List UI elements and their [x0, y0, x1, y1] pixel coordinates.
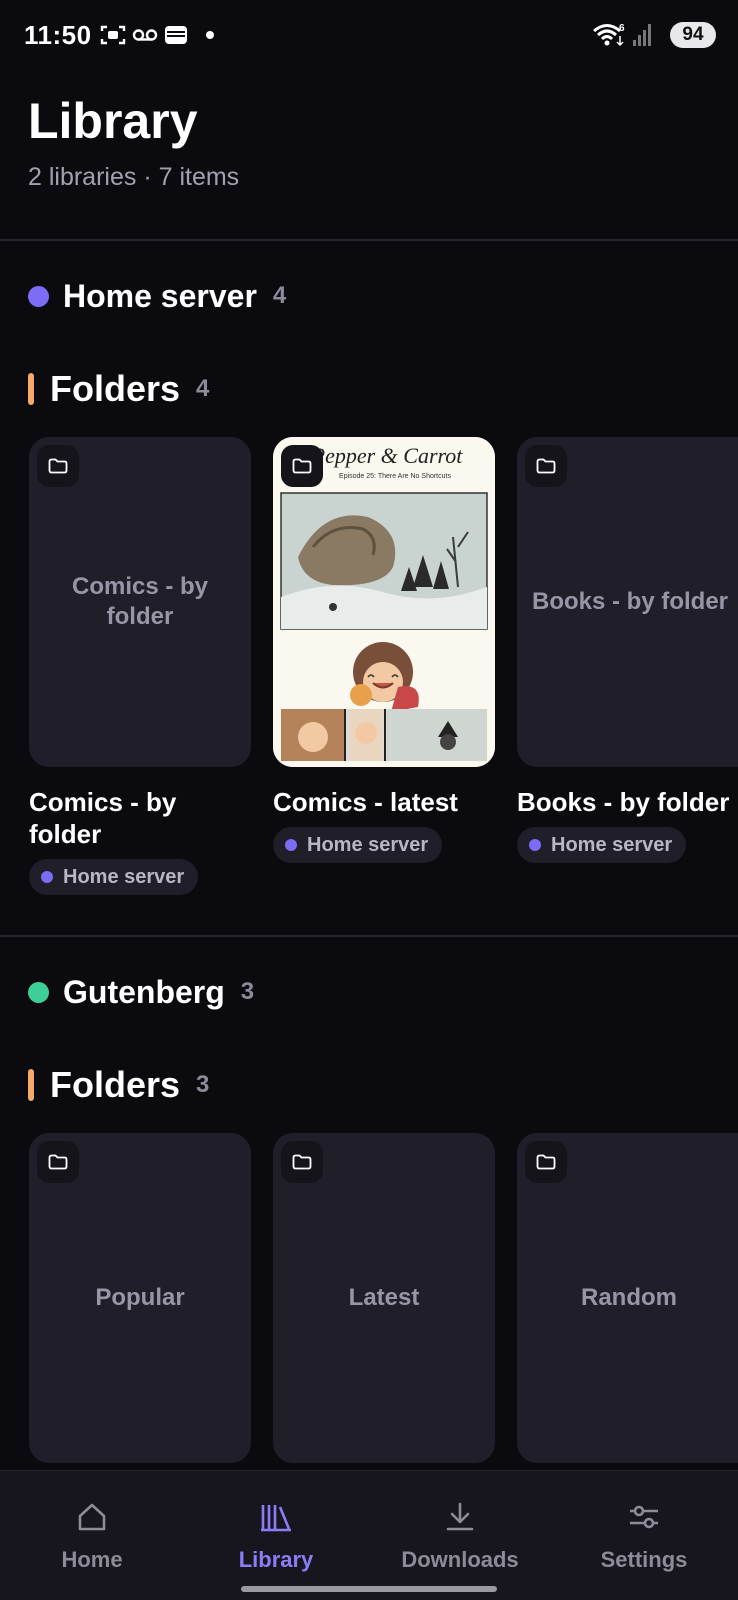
page-title: Library: [28, 93, 198, 149]
screenshot-icon: [100, 24, 126, 51]
chip-dot: [285, 839, 297, 851]
voicemail-icon: [132, 24, 158, 51]
library-name: Home server: [63, 277, 257, 314]
folders-section-header: Folders 3: [28, 1064, 210, 1105]
library-status-dot: [28, 285, 49, 307]
battery-indicator: 94: [670, 22, 716, 48]
nav-library[interactable]: Library: [184, 1471, 368, 1581]
notification-dot: [206, 31, 214, 39]
nav-label: Settings: [600, 1547, 688, 1572]
nav-label: Downloads: [401, 1547, 519, 1572]
wifi-icon: 6: [592, 22, 626, 53]
folders-label: Folders: [50, 368, 181, 409]
folder-card-comics-latest[interactable]: Pepper & Carrot Episode 25: There Are No…: [273, 437, 495, 767]
library-chip: Home server: [517, 827, 687, 863]
signal-icon: [632, 22, 654, 53]
folder-card-latest[interactable]: Latest: [273, 1133, 495, 1463]
folder-icon: [525, 1141, 567, 1183]
card-title[interactable]: Comics - by folder: [29, 786, 255, 850]
nav-label: Home: [61, 1547, 123, 1572]
svg-text:6: 6: [619, 23, 625, 34]
divider: [0, 935, 738, 937]
chip-label: Home server: [63, 865, 185, 888]
library-chip: Home server: [29, 859, 199, 895]
library-header-home-server[interactable]: Home server 4: [28, 276, 286, 316]
folder-icon: [281, 1141, 323, 1183]
chip-dot: [41, 871, 53, 883]
nav-label: Library: [238, 1547, 314, 1572]
folder-icon: [37, 1141, 79, 1183]
cover-subtitle: Episode 25: There Are No Shortcuts: [339, 473, 451, 480]
folders-count: 4: [196, 375, 210, 402]
home-icon: [76, 1499, 108, 1535]
status-time: 11:50: [24, 20, 92, 50]
cover-title: Pepper & Carrot: [311, 443, 464, 468]
chip-label: Home server: [307, 833, 429, 856]
card-title[interactable]: Comics - latest: [273, 786, 499, 818]
library-count: 4: [272, 282, 287, 309]
folder-icon: [37, 445, 79, 487]
download-icon: [444, 1499, 476, 1535]
settings-sliders-icon: [627, 1499, 661, 1535]
chip-dot: [529, 839, 541, 851]
library-icon: [259, 1499, 293, 1535]
nav-downloads[interactable]: Downloads: [368, 1471, 552, 1581]
library-status-dot: [28, 981, 49, 1003]
chip-label: Home server: [551, 833, 673, 856]
folders-label: Folders: [50, 1064, 181, 1105]
section-accent-bar: [28, 373, 34, 405]
library-name: Gutenberg: [63, 973, 225, 1010]
folder-card-books-by-folder[interactable]: Books - by folder: [517, 437, 738, 767]
nav-settings[interactable]: Settings: [552, 1471, 736, 1581]
library-count: 3: [240, 978, 255, 1005]
folder-icon: [525, 445, 567, 487]
folder-card-popular[interactable]: Popular: [29, 1133, 251, 1463]
card-title[interactable]: Books - by folder: [517, 786, 738, 818]
folders-count: 3: [196, 1071, 210, 1098]
folder-icon: [281, 445, 323, 487]
status-bar: 11:50 6 94: [0, 0, 738, 70]
library-chip: Home server: [273, 827, 443, 863]
home-indicator[interactable]: [241, 1586, 497, 1592]
divider: [0, 239, 738, 241]
folder-card-random[interactable]: Random: [517, 1133, 738, 1463]
page-subtitle: 2 libraries · 7 items: [28, 163, 240, 191]
wallet-icon: [164, 24, 188, 51]
bottom-navigation: Home Library Downloads Settings: [0, 1470, 738, 1600]
nav-home[interactable]: Home: [0, 1471, 184, 1581]
section-accent-bar: [28, 1069, 34, 1101]
library-header-gutenberg[interactable]: Gutenberg 3: [28, 972, 254, 1012]
folders-section-header: Folders 4: [28, 368, 210, 409]
folder-card-comics-by-folder[interactable]: Comics - by folder: [29, 437, 251, 767]
